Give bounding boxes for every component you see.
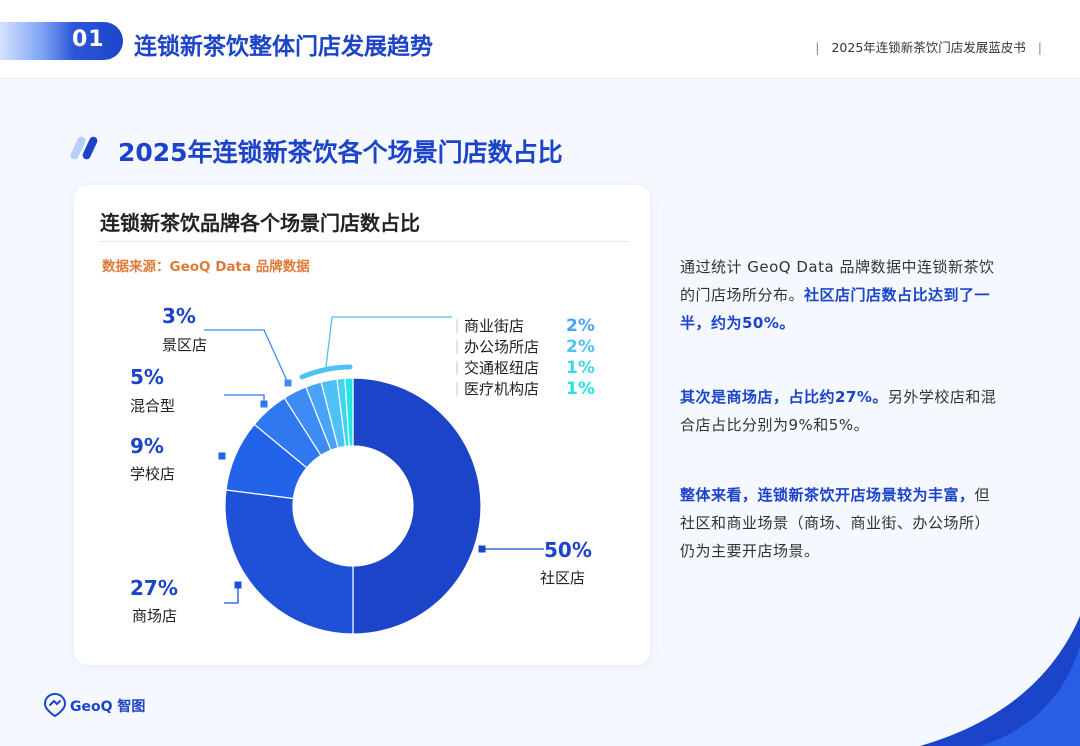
pct-label-3: 9% — [130, 434, 164, 458]
description-paragraph-2: 其次是商场店，占比约27%。另外学校店和混合店占比分别为9%和5%。 — [680, 383, 998, 439]
category-label-1: 社区店 — [540, 569, 585, 587]
callout-marker-3 — [218, 452, 226, 460]
callout-marker-5 — [284, 379, 292, 387]
small-slices-leader — [325, 316, 452, 368]
callout-line-4 — [224, 394, 265, 404]
geoq-logo: GeoQ 智图 — [43, 692, 164, 718]
pct-label-1: 50% — [544, 538, 592, 562]
description-paragraph-3: 整体来看，连锁新茶饮开店场景较为丰富，但社区和商业场景（商场、商业街、办公场所）… — [680, 481, 998, 565]
pct-label-6: 2% — [566, 316, 595, 336]
category-label-8: 交通枢纽店 — [464, 359, 539, 377]
category-label-6: 商业街店 — [464, 317, 524, 335]
donut-chart: 50% 社区店 27% 商场店 9% 学校店 5% 混合型 3% 景区店 商业街店 2% 办公场所店 2%… — [130, 304, 595, 635]
callout-marker-2 — [234, 581, 242, 589]
donut-slice-1 — [352, 377, 482, 635]
location-pin-icon — [43, 692, 67, 718]
logo-text: GeoQ 智图 — [70, 699, 146, 715]
description-3-highlight: 整体来看，连锁新茶饮开店场景较为丰富， — [680, 486, 975, 504]
callout-marker-1 — [478, 545, 486, 553]
category-label-4: 混合型 — [130, 397, 175, 415]
callout-line-5 — [204, 329, 289, 384]
category-label-9: 医疗机构店 — [464, 380, 539, 398]
section-number-badge: 01 — [0, 22, 123, 60]
section-number: 01 — [72, 27, 105, 52]
category-label-5: 景区店 — [162, 336, 207, 354]
section-title: 连锁新茶饮整体门店发展趋势 — [134, 34, 433, 60]
category-label-3: 学校店 — [130, 465, 175, 483]
pct-label-9: 1% — [566, 379, 595, 399]
callout-marker-4 — [260, 400, 268, 408]
donut-slice-2 — [224, 489, 354, 635]
category-label-7: 办公场所店 — [464, 338, 539, 356]
pct-label-4: 5% — [130, 365, 164, 389]
category-label-2: 商场店 — [132, 607, 177, 625]
book-title-text: 2025年连锁新茶饮门店发展蓝皮书 — [831, 40, 1026, 55]
corner-decoration — [920, 616, 1080, 746]
slash-decoration-icon — [70, 136, 98, 160]
header-divider — [0, 78, 1080, 79]
page-subtitle: 2025年连锁新茶饮各个场景门店数占比 — [118, 138, 563, 167]
small-slices-bracket — [299, 364, 353, 380]
pct-label-2: 27% — [130, 576, 178, 600]
pct-label-8: 1% — [566, 358, 595, 378]
pct-label-7: 2% — [566, 337, 595, 357]
pct-label-5: 3% — [162, 304, 196, 328]
chart-card: 连锁新茶饮品牌各个场景门店数占比 数据来源：GeoQ Data 品牌数据 50%… — [74, 185, 650, 665]
description-2-highlight: 其次是商场店，占比约27%。 — [680, 388, 888, 406]
top-bar: 01 连锁新茶饮整体门店发展趋势 | 2025年连锁新茶饮门店发展蓝皮书 | — [0, 0, 1080, 80]
description-paragraph-1: 通过统计 GeoQ Data 品牌数据中连锁新茶饮的门店场所分布。社区店门店数占… — [680, 253, 998, 337]
book-title: | 2025年连锁新茶饮门店发展蓝皮书 | — [815, 40, 1042, 55]
